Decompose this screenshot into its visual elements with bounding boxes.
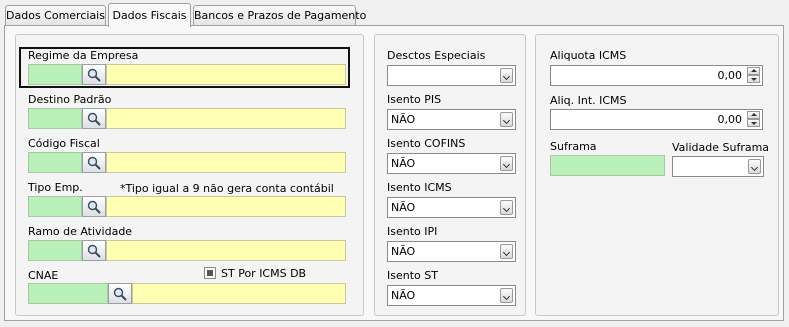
fiscal-codes-group: Regime da Empresa Destino Padrão Código … [15, 34, 364, 316]
aliquota-icms-value: 0,00 [717, 69, 743, 82]
tipo-emp-description-field[interactable] [106, 196, 346, 217]
codigo-fiscal-code-input[interactable] [28, 152, 82, 173]
regime-label: Regime da Empresa [28, 49, 139, 62]
ramo-description-field[interactable] [106, 240, 346, 261]
destino-code-input[interactable] [28, 108, 82, 129]
search-icon [87, 200, 101, 214]
desctos-select[interactable] [387, 65, 516, 86]
search-icon [87, 244, 101, 258]
chevron-down-icon[interactable] [500, 244, 513, 259]
isento-st-label: Isento ST [387, 269, 438, 282]
tab-dados-fiscais[interactable]: Dados Fiscais [108, 3, 191, 27]
codigo-fiscal-search-button[interactable] [82, 152, 106, 173]
validade-suframa-label: Validade Suframa [672, 141, 770, 154]
search-icon [87, 68, 101, 82]
codigo-fiscal-description-field[interactable] [106, 152, 346, 173]
icms-suframa-group: Aliquota ICMS 0,00 Aliq. Int. ICMS 0,00 … [535, 34, 779, 316]
isento-icms-value: NÃO [391, 201, 416, 214]
aliquota-icms-label: Aliquota ICMS [550, 49, 627, 62]
isento-st-value: NÃO [391, 289, 416, 302]
tipo-emp-search-button[interactable] [82, 196, 106, 217]
cnae-code-input[interactable] [28, 283, 108, 304]
st-icms-db-label: ST Por ICMS DB [221, 267, 307, 280]
desctos-label: Desctos Especiais [387, 49, 486, 62]
tab-panel-dados-fiscais: Regime da Empresa Destino Padrão Código … [4, 25, 784, 321]
regime-code-input[interactable] [28, 64, 82, 85]
tipo-emp-code-input[interactable] [28, 196, 82, 217]
spin-down-icon[interactable] [747, 119, 760, 127]
ramo-code-input[interactable] [28, 240, 82, 261]
destino-description-field[interactable] [106, 108, 346, 129]
isento-ipi-value: NÃO [391, 245, 416, 258]
st-icms-db-checkbox[interactable] [204, 267, 216, 279]
ramo-search-button[interactable] [82, 240, 106, 261]
isento-pis-select[interactable]: NÃO [387, 109, 516, 130]
isento-icms-label: Isento ICMS [387, 181, 452, 194]
tab-bancos-prazos[interactable]: Bancos e Prazos de Pagamento [193, 5, 366, 25]
suframa-input[interactable] [550, 155, 665, 176]
aliquota-icms-input[interactable]: 0,00 [550, 65, 763, 86]
isencoes-group: Desctos Especiais Isento PIS NÃO Isento … [374, 34, 526, 316]
aliq-int-spinner[interactable] [747, 111, 760, 128]
isento-icms-select[interactable]: NÃO [387, 197, 516, 218]
chevron-down-icon[interactable] [500, 200, 513, 215]
cnae-search-button[interactable] [108, 283, 132, 304]
cnae-description-field[interactable] [132, 283, 346, 304]
isento-st-select[interactable]: NÃO [387, 285, 516, 306]
search-icon [87, 156, 101, 170]
chevron-down-icon[interactable] [500, 68, 513, 83]
search-icon [87, 112, 101, 126]
isento-cofins-select[interactable]: NÃO [387, 153, 516, 174]
ramo-label: Ramo de Atividade [28, 225, 133, 238]
spin-up-icon[interactable] [747, 111, 760, 119]
isento-ipi-select[interactable]: NÃO [387, 241, 516, 262]
cnae-label: CNAE [28, 269, 59, 282]
codigo-fiscal-label: Código Fiscal [28, 137, 100, 150]
isento-pis-value: NÃO [391, 113, 416, 126]
tab-dados-comerciais[interactable]: Dados Comerciais [5, 5, 106, 25]
search-icon [113, 287, 127, 301]
isento-cofins-value: NÃO [391, 157, 416, 170]
destino-label: Destino Padrão [28, 93, 112, 106]
aliq-int-icms-value: 0,00 [717, 113, 743, 126]
isento-ipi-label: Isento IPI [387, 225, 438, 238]
aliq-int-icms-label: Aliq. Int. ICMS [550, 94, 627, 107]
isento-pis-label: Isento PIS [387, 93, 442, 106]
spin-up-icon[interactable] [747, 67, 760, 75]
chevron-down-icon[interactable] [500, 156, 513, 171]
chevron-down-icon[interactable] [748, 159, 761, 174]
isento-cofins-label: Isento COFINS [387, 137, 466, 150]
chevron-down-icon[interactable] [500, 112, 513, 127]
regime-description-field[interactable] [106, 64, 346, 85]
spin-down-icon[interactable] [747, 75, 760, 83]
tipo-emp-note: *Tipo igual a 9 não gera conta contábil [120, 182, 334, 195]
aliq-int-icms-input[interactable]: 0,00 [550, 109, 763, 130]
regime-search-button[interactable] [82, 64, 106, 85]
chevron-down-icon[interactable] [500, 288, 513, 303]
aliquota-spinner[interactable] [747, 67, 760, 84]
destino-search-button[interactable] [82, 108, 106, 129]
validade-suframa-select[interactable] [672, 156, 764, 177]
tipo-emp-label: Tipo Emp. [28, 181, 83, 194]
suframa-label: Suframa [550, 140, 597, 153]
